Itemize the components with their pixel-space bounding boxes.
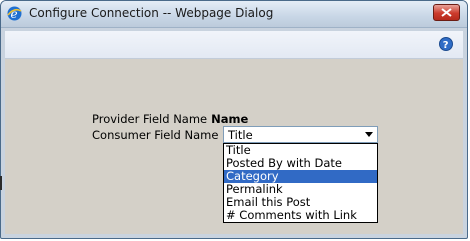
svg-text:?: ? bbox=[443, 40, 449, 51]
dialog-window: e Configure Connection -- Webpage Dialog… bbox=[0, 0, 468, 239]
close-icon bbox=[441, 8, 452, 17]
consumer-field-select[interactable]: Title bbox=[223, 126, 378, 143]
provider-field-row: Provider Field Name Name bbox=[92, 112, 248, 126]
title-bar[interactable]: e Configure Connection -- Webpage Dialog bbox=[1, 1, 467, 28]
window-edge bbox=[0, 176, 2, 190]
chevron-down-icon[interactable] bbox=[365, 132, 373, 137]
help-icon[interactable]: ? bbox=[439, 37, 453, 51]
ie-icon: e bbox=[7, 6, 22, 21]
consumer-field-options: Title Posted By with Date Category Perma… bbox=[223, 143, 378, 223]
window-title: Configure Connection -- Webpage Dialog bbox=[29, 6, 274, 20]
dialog-content: ? Provider Field Name Name Consumer Field… bbox=[5, 31, 463, 234]
close-button[interactable] bbox=[433, 4, 460, 21]
consumer-field-label: Consumer Field Name bbox=[92, 128, 219, 142]
consumer-field-selected-value: Title bbox=[228, 128, 253, 142]
provider-field-value: Name bbox=[211, 112, 249, 126]
dropdown-option[interactable]: # Comments with Link bbox=[224, 209, 377, 222]
help-bar: ? bbox=[5, 31, 463, 59]
provider-field-label: Provider Field Name bbox=[92, 112, 208, 126]
